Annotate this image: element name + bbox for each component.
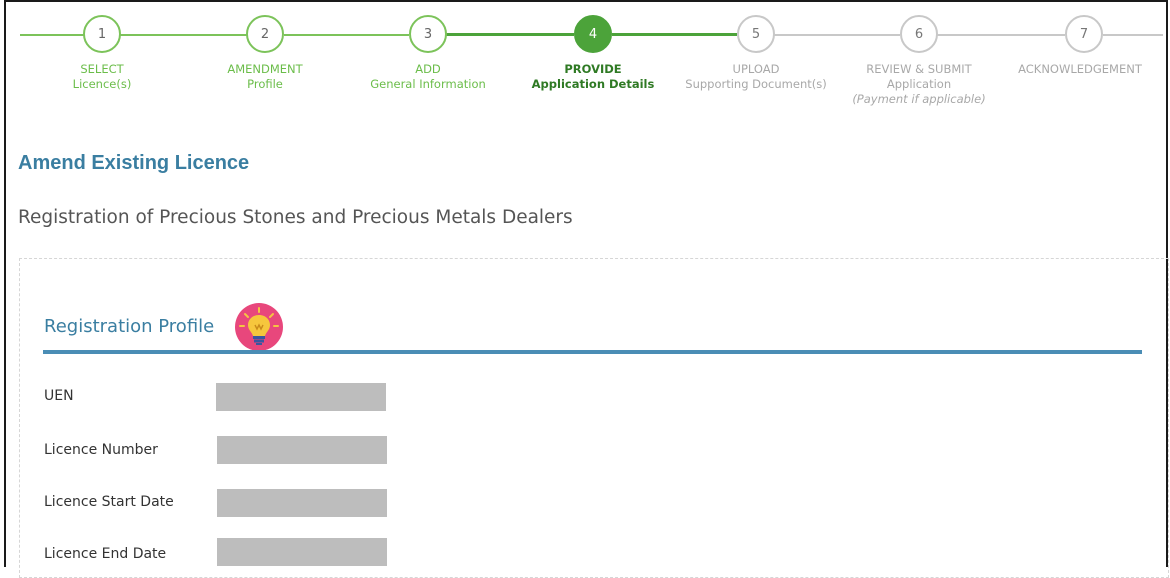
step-7-circle: 7 xyxy=(1065,15,1103,53)
stepper-connector xyxy=(612,33,737,36)
step-2-label[interactable]: AMENDMENT Profile xyxy=(185,62,345,92)
step-5-label: UPLOAD Supporting Document(s) xyxy=(676,62,836,92)
step-6-subtitle: Application xyxy=(886,77,952,91)
step-2-title: AMENDMENT xyxy=(227,62,303,76)
step-2-number: 2 xyxy=(260,26,270,42)
step-7-title: ACKNOWLEDGEMENT xyxy=(1018,62,1142,76)
step-7-label: ACKNOWLEDGEMENT xyxy=(1000,62,1160,77)
page-title: Amend Existing Licence xyxy=(18,152,250,174)
step-5-title: UPLOAD xyxy=(732,62,780,76)
step-2-subtitle: Profile xyxy=(247,77,283,91)
step-4-title: PROVIDE xyxy=(564,62,622,76)
step-6-circle: 6 xyxy=(900,15,938,53)
step-3-title: ADD xyxy=(415,62,441,76)
page-subtitle: Registration of Precious Stones and Prec… xyxy=(18,207,573,228)
step-4-circle: 4 xyxy=(574,15,612,53)
licence-end-date-value xyxy=(217,538,387,566)
section-divider xyxy=(43,350,1142,354)
step-6-note: (Payment if applicable) xyxy=(852,92,986,106)
uen-value xyxy=(216,383,386,411)
step-5-number: 5 xyxy=(751,26,761,42)
step-1-subtitle: Licence(s) xyxy=(72,77,132,91)
progress-stepper: 1 2 3 4 5 6 7 SELECT Licence(s) AMENDMEN… xyxy=(0,0,1170,130)
step-1-label[interactable]: SELECT Licence(s) xyxy=(22,62,182,92)
step-3-number: 3 xyxy=(423,26,433,42)
stepper-connector xyxy=(446,33,574,36)
step-3-label[interactable]: ADD General Information xyxy=(348,62,508,92)
step-6-title: REVIEW & SUBMIT xyxy=(866,62,972,76)
step-6-label: REVIEW & SUBMIT Application (Payment if … xyxy=(839,62,999,107)
step-4-label: PROVIDE Application Details xyxy=(513,62,673,92)
step-4-number: 4 xyxy=(588,26,598,42)
lightbulb-icon[interactable] xyxy=(233,303,285,351)
step-5-circle: 5 xyxy=(737,15,775,53)
step-6-number: 6 xyxy=(914,26,924,42)
licence-start-date-label: Licence Start Date xyxy=(44,494,174,510)
stepper-connector xyxy=(1103,34,1163,36)
licence-end-date-label: Licence End Date xyxy=(44,546,167,562)
registration-profile-panel xyxy=(19,258,1169,578)
licence-start-date-value xyxy=(217,489,387,517)
step-4-subtitle: Application Details xyxy=(531,77,655,91)
stepper-connector xyxy=(937,34,1065,36)
step-5-subtitle: Supporting Document(s) xyxy=(685,77,827,91)
step-3-subtitle: General Information xyxy=(370,77,486,91)
step-3-circle[interactable]: 3 xyxy=(409,15,447,53)
stepper-connector xyxy=(120,34,247,36)
step-1-circle[interactable]: 1 xyxy=(83,15,121,53)
uen-label: UEN xyxy=(44,388,74,404)
licence-number-value xyxy=(217,436,387,464)
step-7-number: 7 xyxy=(1079,26,1089,42)
licence-number-label: Licence Number xyxy=(44,442,158,458)
step-1-number: 1 xyxy=(97,26,107,42)
step-2-circle[interactable]: 2 xyxy=(246,15,284,53)
stepper-connector xyxy=(774,34,900,36)
section-title: Registration Profile xyxy=(44,316,215,337)
stepper-connector xyxy=(284,34,409,36)
step-1-title: SELECT xyxy=(80,62,124,76)
